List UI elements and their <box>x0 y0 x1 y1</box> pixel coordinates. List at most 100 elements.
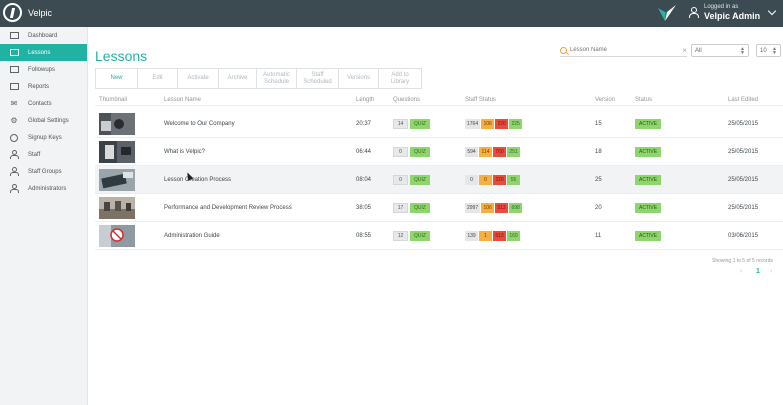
lesson-version: 25 <box>595 177 602 183</box>
table-row[interactable]: Lesson Creation Process 08:04 0 QUIZ 0 0… <box>95 166 783 194</box>
lesson-thumbnail <box>99 169 135 191</box>
sidebar-item-label: Followups <box>28 66 56 73</box>
staff-status-in-progress: 106 <box>481 119 495 129</box>
lesson-thumbnail <box>99 141 135 163</box>
staff-scheduled-button[interactable]: Staff Scheduled <box>297 69 339 88</box>
staff-status-overdue: 220 <box>493 175 506 185</box>
sidebar-item-reports[interactable]: Reports <box>0 78 87 95</box>
sidebar-item-staff[interactable]: Staff <box>0 146 87 163</box>
sidebar-item-signup-keys[interactable]: Signup Keys <box>0 129 87 146</box>
status-filter-select[interactable]: All ▲ ▼ <box>691 44 749 57</box>
gear-icon: ⚙ <box>10 116 18 125</box>
quiz-badge[interactable]: QUIZ <box>410 147 430 157</box>
screen-icon <box>9 48 19 57</box>
column-header-thumbnail[interactable]: Thumbnail <box>99 97 127 103</box>
lesson-thumbnail <box>99 197 135 219</box>
lesson-version: 20 <box>595 205 602 211</box>
table-row[interactable]: Administration Guide 08:55 12 QUIZ 139 1… <box>95 222 783 250</box>
status-badge: ACTIVE <box>635 203 662 213</box>
staff-status-completed: 160 <box>507 231 520 241</box>
staff-status-in-progress: 106 <box>481 203 495 213</box>
close-icon[interactable]: × <box>682 46 687 55</box>
search-input[interactable] <box>570 47 670 53</box>
sidebar-item-followups[interactable]: Followups <box>0 61 87 78</box>
table-row[interactable]: Welcome to Our Company 20:37 14 QUIZ 176… <box>95 110 783 138</box>
table-header: Thumbnail Lesson Name Length Questions S… <box>95 97 783 106</box>
lesson-thumbnail <box>99 113 135 135</box>
sidebar-item-global-settings[interactable]: ⚙ Global Settings <box>0 112 87 129</box>
last-edited: 03/06/2015 <box>728 233 759 239</box>
column-header-version[interactable]: Version <box>595 97 615 103</box>
column-header-length[interactable]: Length <box>356 97 374 103</box>
sidebar-item-label: Reports <box>28 83 50 90</box>
questions-count: 0 <box>393 175 408 185</box>
staff-status-completed: 251 <box>507 147 520 157</box>
lesson-name: What is Velpic? <box>164 149 206 155</box>
sidebar-item-contacts[interactable]: ✉ Contacts <box>0 95 87 112</box>
sidebar-item-lessons[interactable]: Lessons <box>0 44 87 61</box>
questions-count: 0 <box>393 147 408 157</box>
user-menu[interactable]: Logged in as Velpic Admin <box>689 4 760 21</box>
lesson-thumbnail <box>99 225 135 247</box>
monitor-icon <box>9 31 19 40</box>
column-header-lesson-name[interactable]: Lesson Name <box>164 97 201 103</box>
column-header-status[interactable]: Status <box>635 97 652 103</box>
questions-count: 17 <box>393 203 408 213</box>
prev-page-button[interactable]: ‹ <box>740 268 742 275</box>
quiz-badge[interactable]: QUIZ <box>410 119 430 129</box>
staff-status-completed: 698 <box>509 203 523 213</box>
app-name: Velpic <box>28 7 53 18</box>
archive-button[interactable]: Archive <box>219 69 257 88</box>
chevron-down-icon[interactable] <box>767 6 777 16</box>
brand[interactable]: Velpic <box>3 3 52 22</box>
versions-button[interactable]: Versions <box>339 69 379 88</box>
edit-button[interactable]: Edit <box>138 69 178 88</box>
sidebar: Dashboard Lessons Followups Reports ✉ Co… <box>0 27 88 405</box>
search-icon <box>560 46 567 54</box>
sidebar-item-label: Administrators <box>28 185 67 192</box>
next-page-button[interactable]: › <box>770 268 772 275</box>
sidebar-item-label: Staff Groups <box>28 168 62 175</box>
quiz-badge[interactable]: QUIZ <box>410 231 430 241</box>
chart-icon <box>9 82 19 91</box>
staff-status-completed: 225 <box>509 119 523 129</box>
page-size-select[interactable]: 10 ▲ ▼ <box>756 44 781 57</box>
lesson-name: Welcome to Our Company <box>164 121 235 127</box>
add-to-library-button[interactable]: Add to Library <box>379 69 421 88</box>
last-edited: 25/05/2015 <box>728 149 759 155</box>
staff-status: 594 114 760 251 <box>465 138 521 166</box>
staff-status-overdue: 760 <box>493 147 506 157</box>
sidebar-item-label: Lessons <box>28 49 51 56</box>
lesson-length: 06:44 <box>356 149 372 155</box>
questions-count: 14 <box>393 119 408 129</box>
sidebar-item-administrators[interactable]: Administrators <box>0 180 87 197</box>
people-icon <box>9 167 19 176</box>
staff-status-not-started: 1764 <box>465 119 481 129</box>
automatic-schedule-button[interactable]: Automatic Schedule <box>257 69 297 88</box>
key-icon <box>9 133 19 142</box>
last-edited: 25/05/2015 <box>728 205 759 211</box>
staff-status-not-started: 139 <box>465 231 478 241</box>
quiz-badge[interactable]: QUIZ <box>410 175 430 185</box>
lesson-length: 38:05 <box>356 205 372 211</box>
staff-status: 1764 106 220 225 <box>465 110 523 138</box>
column-header-questions[interactable]: Questions <box>393 97 420 103</box>
column-header-last-edited[interactable]: Last Edited <box>728 97 758 103</box>
table-row[interactable]: Performance and Development Review Proce… <box>95 194 783 222</box>
sidebar-item-staff-groups[interactable]: Staff Groups <box>0 163 87 180</box>
status-badge: ACTIVE <box>635 175 662 185</box>
up-down-arrows-icon: ▲ ▼ <box>740 46 745 56</box>
status-filter-value: All <box>695 47 702 54</box>
sidebar-item-label: Dashboard <box>28 32 58 39</box>
quiz-badge[interactable]: QUIZ <box>410 203 430 213</box>
sidebar-item-label: Contacts <box>28 100 52 107</box>
table-row[interactable]: What is Velpic? 06:44 0 QUIZ 594 114 760… <box>95 138 783 166</box>
page-size-value: 10 <box>760 47 767 54</box>
column-header-staff-status[interactable]: Staff Status <box>465 97 496 103</box>
activate-button[interactable]: Activate <box>178 69 219 88</box>
staff-status-in-progress: 114 <box>479 147 492 157</box>
new-button[interactable]: New <box>96 69 138 88</box>
sidebar-item-dashboard[interactable]: Dashboard <box>0 27 87 44</box>
page-1-button[interactable]: 1 <box>756 268 760 275</box>
logged-in-label: Logged in as <box>704 4 739 10</box>
